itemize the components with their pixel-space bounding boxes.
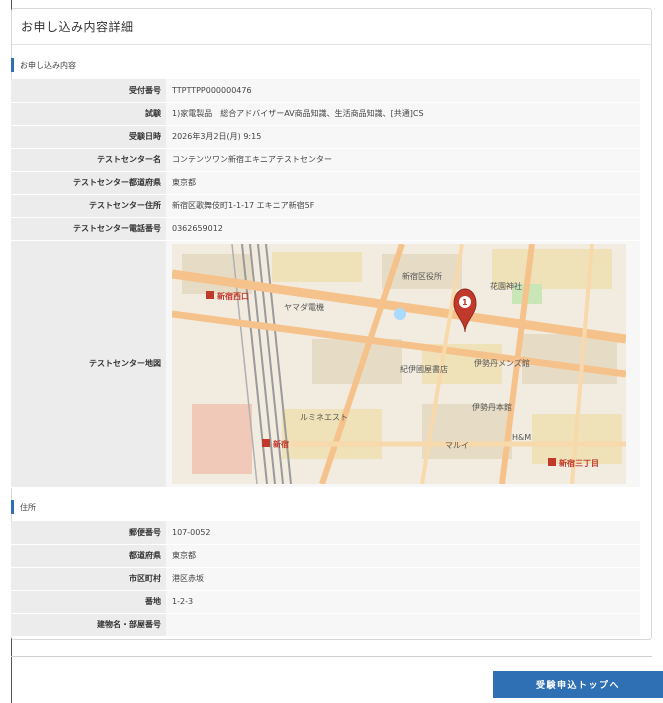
- table-row: 建物名・部屋番号: [11, 613, 640, 636]
- map-graphic: 新宿西口 新宿 新宿三丁目 新宿区役所 花園神社 紀伊國屋書店 伊勢丹メンズ館 …: [172, 243, 626, 484]
- table-row: 都道府県 東京都: [11, 544, 640, 567]
- row-value: [166, 613, 640, 636]
- table-row: 市区町村 港区赤坂: [11, 567, 640, 590]
- row-label: 受付番号: [11, 79, 166, 102]
- page-title: お申し込み内容詳細: [21, 20, 134, 34]
- row-label: テストセンター住所: [11, 194, 166, 217]
- address-section: 住所 郵便番号 107-0052 都道府県 東京都 市区町村 港区赤坂 番地 1-2-3…: [11, 497, 640, 637]
- card-header: お申し込み内容詳細: [12, 9, 651, 45]
- table-row: 受付番号 TTPTTPP000000476: [11, 79, 640, 102]
- table-row: 郵便番号 107-0052: [11, 521, 640, 544]
- table-row: 受験日時 2026年3月2日(月) 9:15: [11, 125, 640, 148]
- row-label: テストセンター電話番号: [11, 217, 166, 240]
- row-value: 0362659012: [166, 217, 640, 240]
- landmark-label: 花園神社: [490, 281, 522, 291]
- table-row: テストセンター電話番号 0362659012: [11, 217, 640, 240]
- row-value: TTPTTPP000000476: [166, 79, 640, 102]
- row-value: 港区赤坂: [166, 567, 640, 590]
- row-value: 1-2-3: [166, 590, 640, 613]
- marker-number: 1: [462, 298, 468, 307]
- section-title: お申し込み内容: [20, 60, 76, 70]
- section-title: 住所: [20, 502, 36, 512]
- row-label: 市区町村: [11, 567, 166, 590]
- section-accent-bar: [11, 58, 14, 72]
- row-label: 試験: [11, 102, 166, 125]
- row-label: 建物名・部屋番号: [11, 613, 166, 636]
- row-label: テストセンター地図: [11, 240, 166, 487]
- row-label: 番地: [11, 590, 166, 613]
- row-value: 107-0052: [166, 521, 640, 544]
- landmark-label: H&M: [512, 433, 531, 442]
- landmark-label: 新宿区役所: [402, 271, 442, 281]
- landmark-label: ルミネエスト: [300, 413, 348, 422]
- row-label: 都道府県: [11, 544, 166, 567]
- station-label: 新宿西口: [217, 291, 249, 301]
- landmark-label: 伊勢丹本館: [472, 402, 512, 412]
- application-section: お申し込み内容 受付番号 TTPTTPP000000476 試験 1)家電製品 総合…: [11, 55, 640, 488]
- landmark-label: マルイ: [445, 441, 469, 450]
- address-table: 郵便番号 107-0052 都道府県 東京都 市区町村 港区赤坂 番地 1-2-3 建物…: [11, 521, 640, 637]
- row-value-map: 新宿西口 新宿 新宿三丁目 新宿区役所 花園神社 紀伊國屋書店 伊勢丹メンズ館 …: [166, 240, 640, 487]
- landmark-label: 紀伊國屋書店: [400, 364, 448, 374]
- station-label: 新宿三丁目: [559, 458, 599, 468]
- test-center-map[interactable]: 新宿西口 新宿 新宿三丁目 新宿区役所 花園神社 紀伊國屋書店 伊勢丹メンズ館 …: [172, 243, 626, 484]
- row-value: 東京都: [166, 171, 640, 194]
- section-header: 住所: [11, 497, 640, 517]
- row-value: 1)家電製品 総合アドバイザーAV商品知識、生活商品知識、[共通]CS: [166, 102, 640, 125]
- section-accent-bar: [11, 500, 14, 514]
- landmark-label: ヤマダ電機: [284, 302, 324, 312]
- row-value: コンテンツワン新宿エキニアテストセンター: [166, 148, 640, 171]
- row-label: テストセンター都道府県: [11, 171, 166, 194]
- table-row: 試験 1)家電製品 総合アドバイザーAV商品知識、生活商品知識、[共通]CS: [11, 102, 640, 125]
- row-label: テストセンター名: [11, 148, 166, 171]
- application-table: 受付番号 TTPTTPP000000476 試験 1)家電製品 総合アドバイザーAV…: [11, 79, 640, 488]
- table-row: テストセンター住所 新宿区歌舞伎町1-1-17 エキニア新宿5F: [11, 194, 640, 217]
- row-value: 新宿区歌舞伎町1-1-17 エキニア新宿5F: [166, 194, 640, 217]
- footer-divider: [11, 656, 652, 657]
- table-row: 番地 1-2-3: [11, 590, 640, 613]
- table-row: テストセンター都道府県 東京都: [11, 171, 640, 194]
- section-header: お申し込み内容: [11, 55, 640, 75]
- back-to-top-button[interactable]: 受験申込トップへ: [493, 671, 663, 698]
- row-value: 東京都: [166, 544, 640, 567]
- row-label: 受験日時: [11, 125, 166, 148]
- table-row-map: テストセンター地図 新宿西口 新宿 新宿三丁目 新宿区役所 花園神社 紀伊國屋書…: [11, 240, 640, 487]
- station-label: 新宿: [273, 439, 289, 449]
- table-row: テストセンター名 コンテンツワン新宿エキニアテストセンター: [11, 148, 640, 171]
- row-label: 郵便番号: [11, 521, 166, 544]
- landmark-label: 伊勢丹メンズ館: [474, 358, 530, 368]
- row-value: 2026年3月2日(月) 9:15: [166, 125, 640, 148]
